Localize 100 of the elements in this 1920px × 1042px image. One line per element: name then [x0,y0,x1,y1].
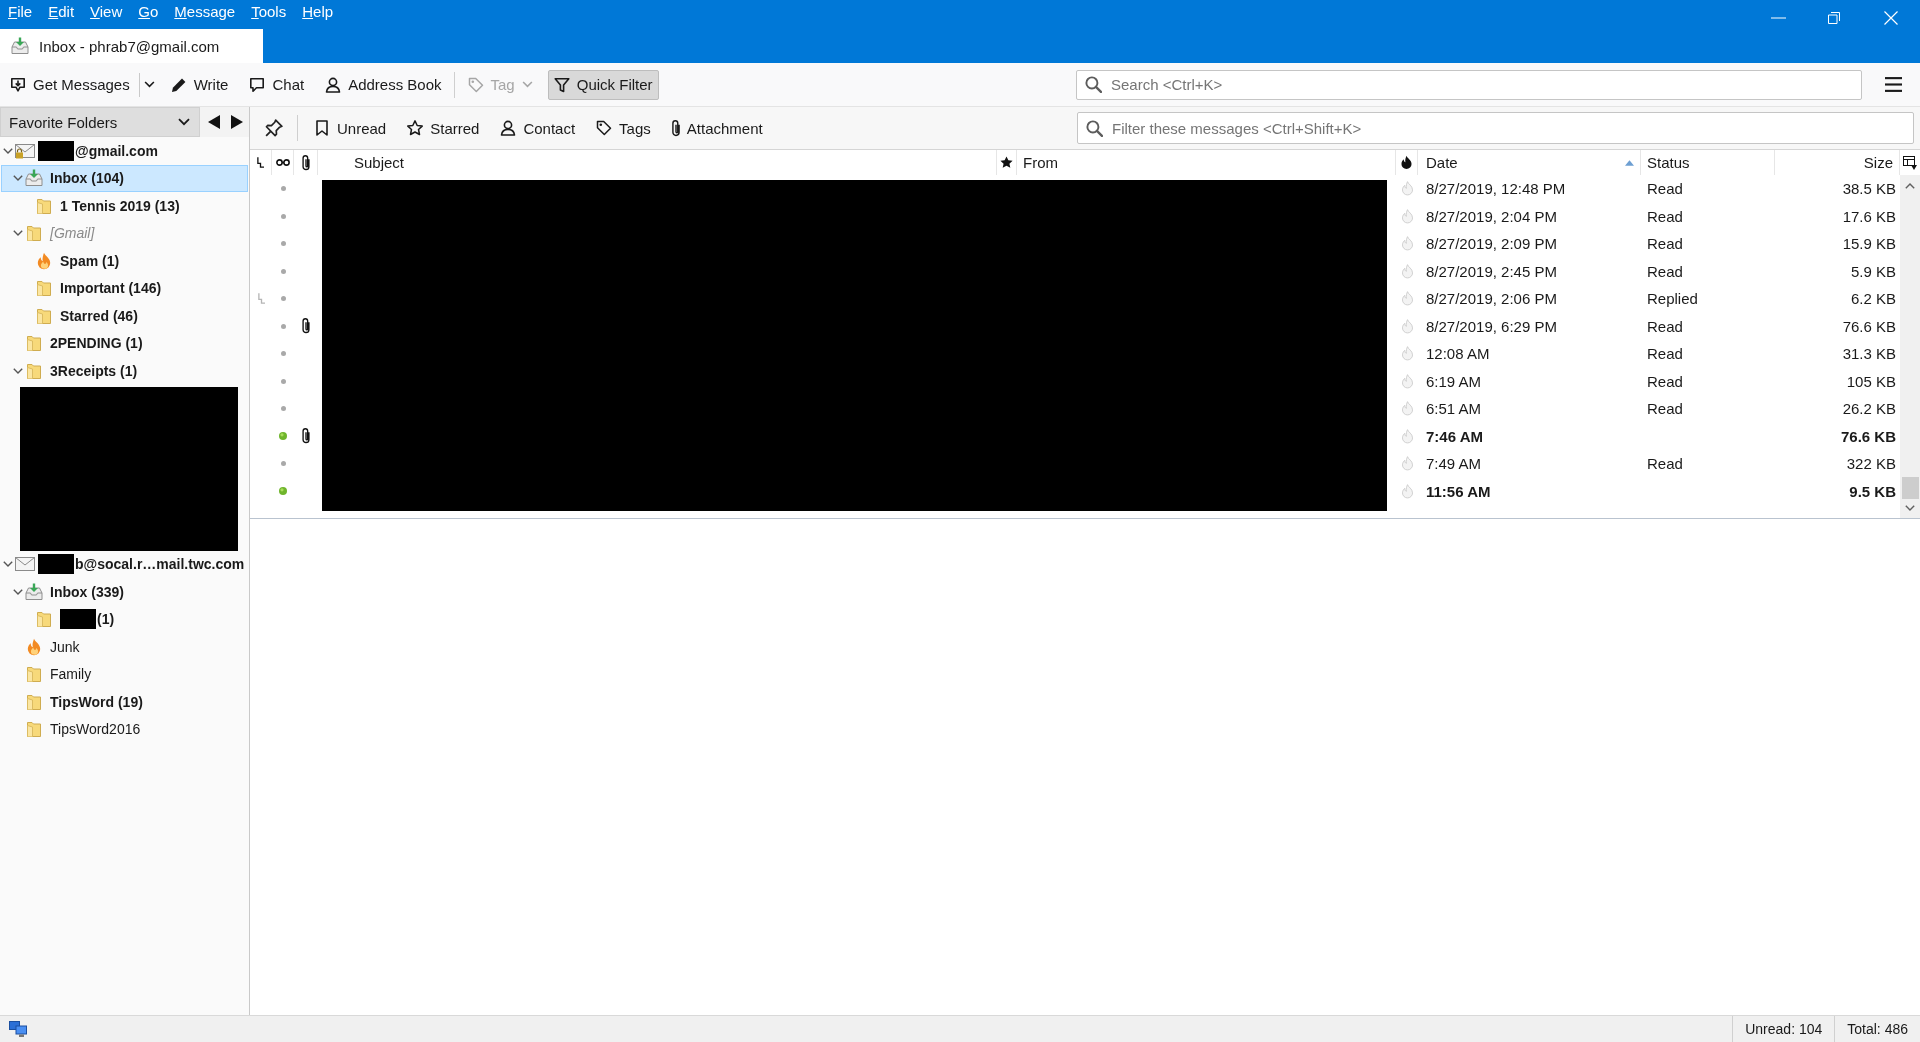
flame-icon [36,251,52,270]
column-header[interactable]: Size [1775,150,1900,175]
message-date: 8/27/2019, 2:09 PM [1426,235,1557,253]
scrollbar-thumb[interactable] [1901,477,1919,499]
flame-icon[interactable] [1401,155,1412,170]
message-date: 8/27/2019, 6:29 PM [1426,317,1557,335]
write-button[interactable]: Write [164,69,235,100]
folder-item[interactable]: TipsWord2016 [1,715,248,743]
inbox-arrow-icon [10,76,26,93]
menu-item[interactable]: Message [166,3,244,21]
folder-item[interactable]: TipsWord (19) [1,688,248,716]
status-dot-icon[interactable] [280,186,286,192]
message-date: 8/27/2019, 2:45 PM [1426,262,1557,280]
message-status: Read [1647,455,1683,473]
scroll-up-icon[interactable] [1905,183,1915,189]
menu-item[interactable]: Go [130,3,167,21]
folder-icon [25,334,43,353]
scroll-down-icon[interactable] [1905,505,1915,511]
flame-icon [26,637,42,656]
search-field[interactable]: Search <Ctrl+K> [1076,69,1862,100]
status-dot-icon[interactable] [279,487,287,496]
column-header[interactable]: Date [1418,150,1641,175]
menu-item[interactable]: Edit [40,3,83,21]
message-date: 7:49 AM [1426,455,1482,473]
status-dot-icon[interactable] [280,213,286,219]
status-dot-icon[interactable] [279,432,287,441]
menu-icon[interactable] [1885,77,1902,92]
column-header[interactable]: From [1017,150,1396,175]
unread-filter-button[interactable]: Unread [308,115,393,141]
speech-bubble-icon [249,76,266,93]
message-date: 11:56 AM [1426,482,1491,500]
folder-item[interactable]: Inbox (104) [1,164,248,192]
folder-item[interactable]: 2PENDING (1) [1,329,248,357]
folder-view-dropdown[interactable]: Favorite Folders [0,107,200,137]
message-date: 6:19 AM [1426,372,1482,390]
contact-filter-button[interactable]: Contact [494,115,582,141]
message-status: Read [1647,372,1683,390]
status-dot-icon[interactable] [280,296,286,302]
restore-icon[interactable] [1828,12,1840,24]
attachment-filter-button[interactable]: Attachment [665,115,769,141]
message-date: 12:08 AM [1426,345,1490,363]
column-header[interactable]: Status [1641,150,1775,175]
paperclip-icon[interactable] [301,154,310,171]
column-picker-icon[interactable] [1903,155,1917,170]
chevron-down-icon[interactable] [3,561,13,568]
status-dot-icon[interactable] [280,378,286,384]
tags-filter-button[interactable]: Tags [590,115,657,141]
message-size: 322 KB [1846,455,1896,473]
status-dot-icon[interactable] [280,241,286,247]
address-book-button[interactable]: Address Book [319,69,448,100]
chevron-down-icon[interactable] [3,147,13,154]
folder-item[interactable]: 3Receipts (1) [1,357,248,385]
message-status: Read [1647,400,1683,418]
thread-icon[interactable] [257,157,264,168]
scrollbar[interactable] [1900,175,1920,518]
status-dot-icon[interactable] [280,406,286,412]
status-dot-icon[interactable] [280,351,286,357]
paperclip-icon [671,119,680,137]
account-item[interactable]: b@socal.r…mail.twc.com [1,550,248,578]
menu-item[interactable]: File [0,3,41,21]
status-dot-icon[interactable] [280,323,286,329]
folder-item[interactable]: (1) [1,605,248,633]
close-icon[interactable] [1884,11,1898,25]
message-size: 31.3 KB [1842,345,1896,363]
chat-button[interactable]: Chat [243,69,311,100]
pin-icon[interactable] [265,119,283,137]
get-messages-button[interactable]: Get Messages [4,69,136,100]
message-date: 8/27/2019, 12:48 PM [1426,180,1566,198]
star-icon [407,120,424,136]
folder-item[interactable]: 1 Tennis 2019 (13) [1,192,248,220]
menu-item[interactable]: View [82,3,131,21]
chevron-down-icon[interactable] [13,588,23,595]
filter-field[interactable]: Filter these messages <Ctrl+Shift+K> [1077,112,1914,144]
glasses-icon[interactable] [275,159,290,166]
pencil-icon [170,76,187,93]
account-item[interactable]: @gmail.com [1,137,248,165]
status-dot-icon[interactable] [280,461,286,467]
right-arrow-icon[interactable] [231,115,243,129]
folder-item[interactable]: Inbox (339) [1,578,248,606]
menu-item[interactable]: Help [294,3,342,21]
folder-item[interactable]: Family [1,660,248,688]
left-arrow-icon[interactable] [208,115,220,129]
menu-item[interactable]: Tools [243,3,295,21]
folder-icon [35,610,53,629]
computers-icon[interactable] [9,1021,27,1037]
message-date: 6:51 AM [1426,400,1482,418]
quick-filter-button[interactable]: Quick Filter [547,69,659,100]
starred-filter-button[interactable]: Starred [401,115,486,141]
star-icon[interactable] [1000,156,1013,169]
tab[interactable]: Inbox - phrab7@gmail.com [0,29,263,63]
status-dot-icon[interactable] [280,268,286,274]
folder-item[interactable]: Junk [1,633,248,661]
funnel-icon [553,76,570,93]
message-status: Read [1647,235,1683,253]
message-status: Read [1647,317,1683,335]
folder-icon [25,361,43,380]
column-header[interactable]: Subject [318,150,997,175]
chevron-down-icon[interactable] [13,175,23,182]
folder-icon [35,279,53,298]
chevron-down-icon[interactable] [13,367,23,374]
